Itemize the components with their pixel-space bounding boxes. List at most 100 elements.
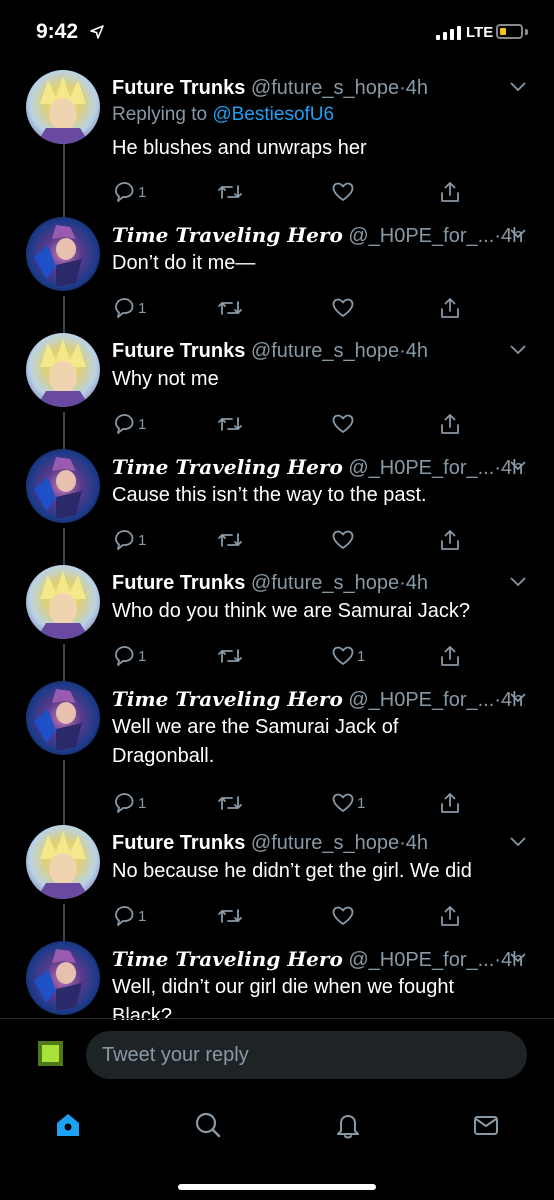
avatar[interactable] [26, 941, 100, 1015]
avatar[interactable] [26, 825, 100, 899]
chevron-down-icon[interactable] [510, 693, 526, 703]
replying-to-mention[interactable]: @BestiesofU6 [212, 104, 334, 125]
location-arrow-icon [90, 25, 104, 39]
retweet-icon [218, 909, 242, 923]
like-button[interactable] [331, 412, 357, 436]
separator-dot: · [494, 949, 501, 971]
tweet-actions: 1 1 [112, 644, 472, 670]
like-button[interactable]: 1 [331, 644, 365, 668]
retweet-icon [218, 533, 242, 547]
handle[interactable]: @future_s_hope [251, 832, 399, 854]
display-name[interactable]: Time Traveling Hero [112, 687, 343, 711]
share-icon [441, 530, 459, 550]
reply-button[interactable]: 1 [112, 296, 146, 320]
separator-dot: · [399, 572, 406, 594]
handle[interactable]: @_H0PE_for_... [348, 689, 494, 711]
handle[interactable]: @future_s_hope [251, 572, 399, 594]
retweet-button[interactable] [217, 528, 245, 552]
like-button[interactable] [331, 180, 357, 204]
avatar[interactable] [26, 333, 100, 407]
retweet-icon [218, 301, 242, 315]
avatar[interactable] [26, 449, 100, 523]
like-button[interactable]: 1 [331, 791, 365, 815]
tab-search[interactable] [188, 1105, 228, 1145]
tweet-header: Future Trunks @future_s_hope·4h [112, 571, 428, 595]
tweet-header: Future Trunks @future_s_hope·4h [112, 831, 428, 855]
separator-dot: · [494, 457, 501, 479]
share-icon [441, 414, 459, 434]
avatar[interactable] [26, 217, 100, 291]
reply-button[interactable]: 1 [112, 644, 146, 668]
chevron-down-icon[interactable] [510, 82, 526, 92]
display-name[interactable]: Future Trunks [112, 572, 245, 594]
like-button[interactable] [331, 528, 357, 552]
thread-connector [63, 528, 65, 566]
battery-tip [525, 29, 528, 35]
reply-button[interactable]: 1 [112, 412, 146, 436]
handle[interactable]: @future_s_hope [251, 77, 399, 99]
display-name[interactable]: Future Trunks [112, 832, 245, 854]
share-button[interactable] [438, 644, 462, 668]
share-button[interactable] [438, 296, 462, 320]
reply-button[interactable]: 1 [112, 904, 146, 928]
share-button[interactable] [438, 412, 462, 436]
chevron-down-icon[interactable] [510, 577, 526, 587]
share-button[interactable] [438, 791, 462, 815]
chevron-down-icon[interactable] [510, 837, 526, 847]
tweet-actions: 1 [112, 180, 472, 206]
status-bar: 9:42 LTE [0, 0, 554, 62]
tweet-text: Cause this isn’t the way to the past. [112, 484, 427, 506]
tweet-text: No because he didn’t get the girl. We di… [112, 860, 472, 882]
handle[interactable]: @_H0PE_for_... [348, 225, 494, 247]
thread[interactable]: Future Trunks @future_s_hope·4h Replying… [0, 62, 554, 1020]
handle[interactable]: @future_s_hope [251, 340, 399, 362]
reply-button[interactable]: 1 [112, 791, 146, 815]
avatar[interactable] [26, 565, 100, 639]
chevron-down-icon[interactable] [510, 229, 526, 239]
user-avatar[interactable] [38, 1041, 63, 1066]
retweet-button[interactable] [217, 644, 245, 668]
display-name[interactable]: Time Traveling Hero [112, 455, 343, 479]
reply-button[interactable]: 1 [112, 180, 146, 204]
avatar[interactable] [26, 70, 100, 144]
tweet-actions: 1 [112, 528, 472, 554]
reply-count: 1 [138, 183, 147, 201]
handle[interactable]: @_H0PE_for_... [348, 457, 494, 479]
tab-notifications[interactable] [328, 1105, 368, 1145]
timestamp[interactable]: 4h [406, 832, 428, 854]
retweet-button[interactable] [217, 180, 245, 204]
heart-icon [332, 906, 354, 925]
separator-dot: · [399, 77, 406, 99]
reply-input[interactable] [86, 1031, 527, 1079]
replying-to: Replying to @BestiesofU6 [112, 104, 334, 126]
tweet-actions: 1 [112, 412, 472, 438]
like-button[interactable] [331, 296, 357, 320]
retweet-button[interactable] [217, 791, 245, 815]
chevron-down-icon[interactable] [510, 953, 526, 963]
reply-button[interactable]: 1 [112, 528, 146, 552]
share-button[interactable] [438, 528, 462, 552]
display-name[interactable]: Future Trunks [112, 77, 245, 99]
tab-home[interactable] [48, 1105, 88, 1145]
share-icon [441, 298, 459, 318]
share-button[interactable] [438, 180, 462, 204]
chevron-down-icon[interactable] [510, 461, 526, 471]
tab-messages[interactable] [466, 1105, 506, 1145]
share-button[interactable] [438, 904, 462, 928]
like-button[interactable] [331, 904, 357, 928]
timestamp[interactable]: 4h [406, 340, 428, 362]
display-name[interactable]: Time Traveling Hero [112, 223, 343, 247]
notifications-icon [337, 1115, 359, 1139]
retweet-button[interactable] [217, 296, 245, 320]
display-name[interactable]: Time Traveling Hero [112, 947, 343, 971]
handle[interactable]: @_H0PE_for_... [348, 949, 494, 971]
retweet-button[interactable] [217, 412, 245, 436]
retweet-button[interactable] [217, 904, 245, 928]
timestamp[interactable]: 4h [406, 572, 428, 594]
chevron-down-icon[interactable] [510, 345, 526, 355]
reply-icon [115, 414, 134, 434]
avatar[interactable] [26, 681, 100, 755]
display-name[interactable]: Future Trunks [112, 340, 245, 362]
timestamp[interactable]: 4h [406, 77, 428, 99]
reply-icon [115, 530, 134, 550]
